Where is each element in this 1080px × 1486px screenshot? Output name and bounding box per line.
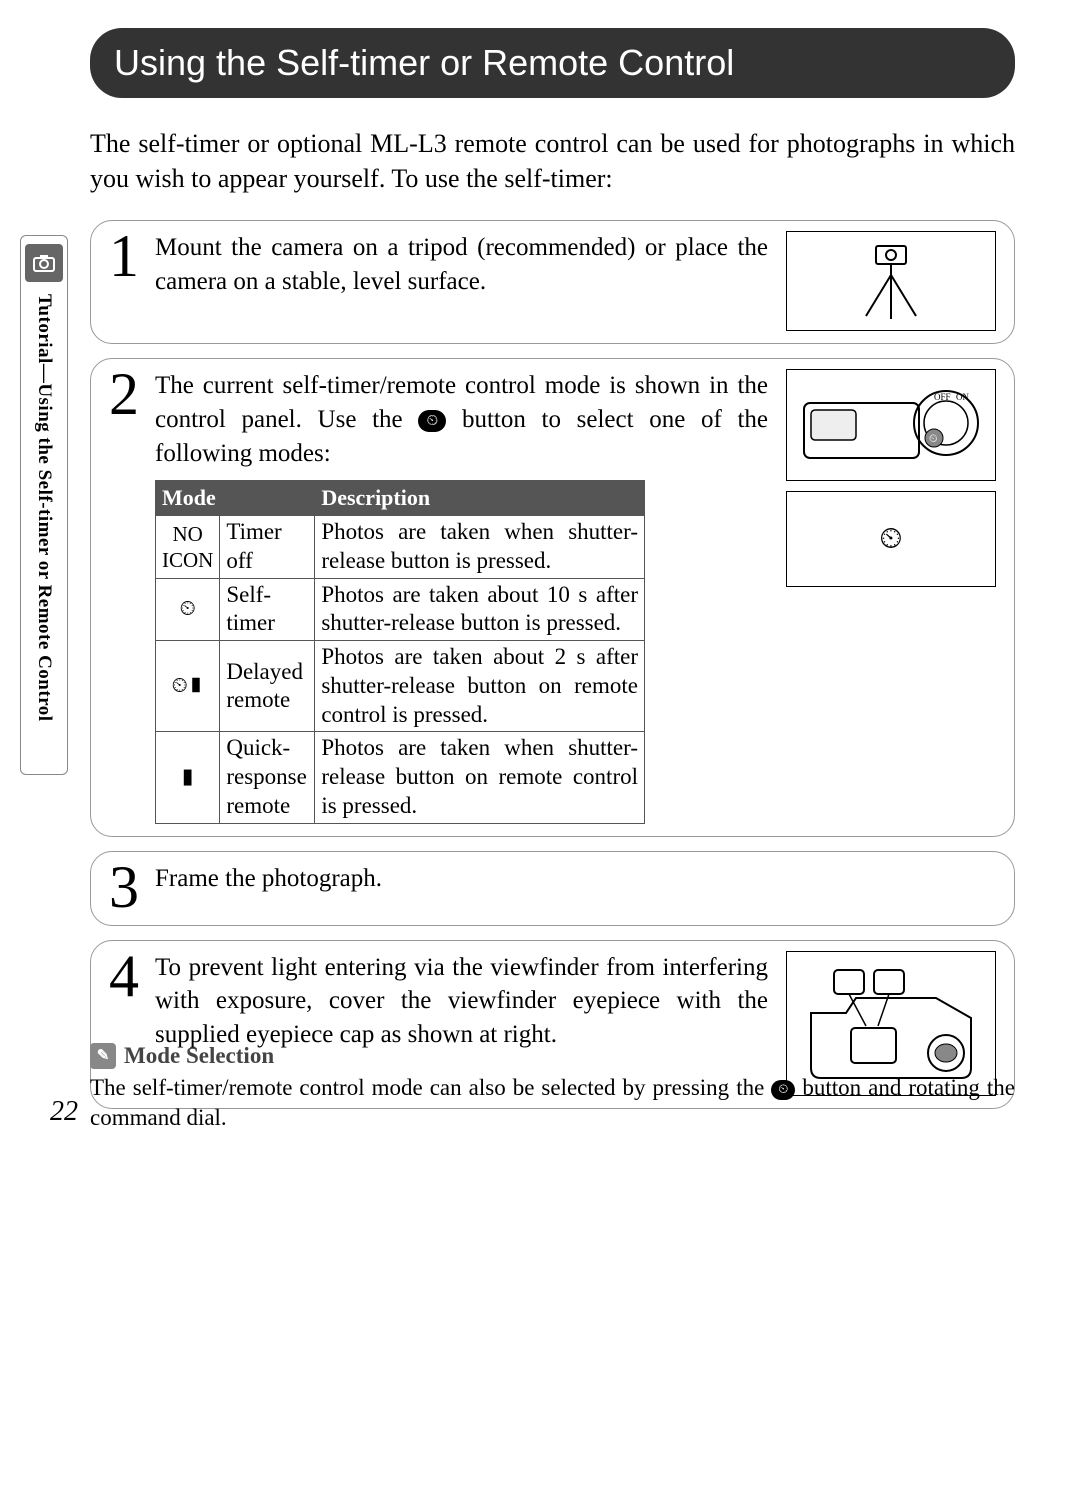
mode-desc: Photos are taken when shutter-release bu…	[315, 732, 645, 823]
lcd-timer-icon: ⏲	[879, 519, 902, 560]
th-description: Description	[315, 481, 645, 516]
mode-icon: NO ICON	[156, 516, 220, 579]
camera-top-view-illustration: OFF ON ⏲	[786, 369, 996, 481]
mode-label: Self-timer	[220, 578, 315, 641]
th-mode: Mode	[156, 481, 315, 516]
mode-desc: Photos are taken about 2 s after shutter…	[315, 641, 645, 732]
intro-paragraph: The self-timer or optional ML-L3 remote …	[90, 126, 1015, 196]
table-row: ⏲ Self-timer Photos are taken about 10 s…	[156, 578, 645, 641]
lcd-panel-illustration: ⏲	[786, 491, 996, 587]
step-number: 3	[109, 862, 143, 913]
step-2: 2 The current self-timer/remote control …	[90, 358, 1015, 836]
svg-text:OFF: OFF	[934, 392, 951, 402]
note-body-a: The self-timer/remote control mode can a…	[90, 1075, 771, 1100]
svg-text:ON: ON	[956, 392, 969, 402]
mode-label: Delayed remote	[220, 641, 315, 732]
page-title: Using the Self-timer or Remote Control	[90, 28, 1015, 98]
step-number: 1	[109, 231, 143, 282]
note-title: Mode Selection	[124, 1043, 274, 1069]
note-body: The self-timer/remote control mode can a…	[90, 1073, 1015, 1133]
step-number: 2	[109, 369, 143, 420]
step-text: The current self-timer/remote control mo…	[155, 369, 768, 823]
step-text: To prevent light entering via the viewfi…	[155, 951, 768, 1052]
timer-button-icon: ⏲	[418, 410, 446, 432]
step-text: Mount the camera on a tripod (recommende…	[155, 231, 768, 299]
sidebar-tab: Tutorial—Using the Self-timer or Remote …	[20, 235, 68, 775]
page-number: 22	[50, 1096, 78, 1128]
table-row: ▮ Quick-response remote Photos are taken…	[156, 732, 645, 823]
step-number: 4	[109, 951, 143, 1002]
svg-text:⏲: ⏲	[929, 433, 938, 445]
step-3: 3 Frame the photograph.	[90, 851, 1015, 926]
step-text: Frame the photograph.	[155, 862, 996, 896]
tip-icon: ✎	[90, 1043, 116, 1069]
note-section: ✎ Mode Selection The self-timer/remote c…	[90, 1043, 1015, 1133]
camera-icon	[25, 244, 63, 282]
mode-label: Timer off	[220, 516, 315, 579]
step-1: 1 Mount the camera on a tripod (recommen…	[90, 220, 1015, 344]
table-row: ⏲▮ Delayed remote Photos are taken about…	[156, 641, 645, 732]
mode-label: Quick-response remote	[220, 732, 315, 823]
mode-desc: Photos are taken about 10 s after shutte…	[315, 578, 645, 641]
self-timer-icon: ⏲	[156, 578, 220, 641]
camera-on-tripod-illustration	[786, 231, 996, 331]
mode-desc: Photos are taken when shutter-release bu…	[315, 516, 645, 579]
quick-remote-icon: ▮	[156, 732, 220, 823]
mode-table: Mode Description NO ICON Timer off Photo…	[155, 480, 645, 823]
sidebar-label: Tutorial—Using the Self-timer or Remote …	[33, 294, 55, 722]
timer-button-icon: ⏲	[771, 1080, 795, 1100]
table-row: NO ICON Timer off Photos are taken when …	[156, 516, 645, 579]
delayed-remote-icon: ⏲▮	[156, 641, 220, 732]
